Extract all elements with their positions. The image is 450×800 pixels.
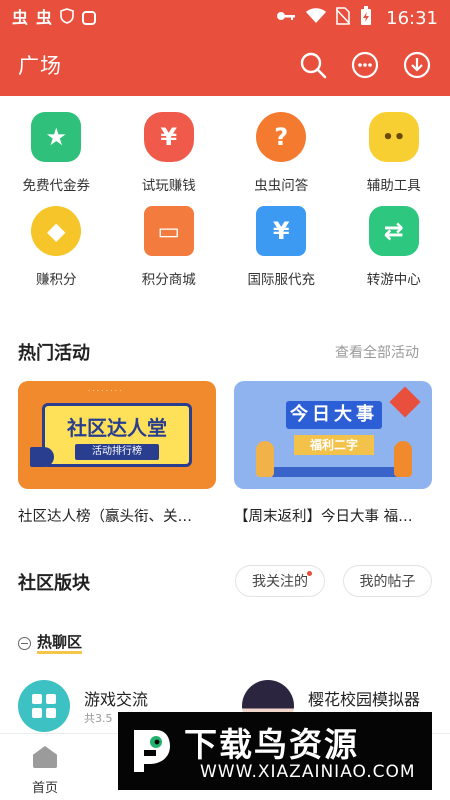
- community-title: 社区版块: [18, 573, 90, 594]
- quick-action-coupon[interactable]: ★ 免费代金券: [0, 112, 113, 194]
- home-icon: [33, 746, 57, 768]
- quick-action-label: 转游中心: [366, 272, 421, 288]
- app-header: 广场: [0, 40, 450, 90]
- wifi-icon: [306, 8, 327, 28]
- grid-app-icon: [18, 680, 70, 732]
- quick-action-label: 免费代金券: [22, 178, 91, 194]
- nav-home[interactable]: 首页: [0, 734, 90, 800]
- quick-action-trial-earn[interactable]: ¥ 试玩赚钱: [113, 112, 226, 194]
- watermark-title: 下载鸟资源: [184, 725, 359, 764]
- quick-action-tools[interactable]: •• 辅助工具: [338, 112, 450, 194]
- watermark-url: WWW.XIAZAINIAO.COM: [200, 762, 416, 782]
- quick-action-label: 国际服代充: [247, 272, 316, 288]
- status-bar: 虫 虫 16:31: [0, 0, 450, 36]
- quick-actions-grid: ★ 免费代金券 ¥ 试玩赚钱 ? 虫虫问答 •• 辅助工具 ◆ 赚积分 ▭ 积分…: [0, 112, 450, 288]
- money-bag-icon: ¥: [143, 112, 194, 162]
- banner-desk: [270, 467, 400, 477]
- view-all-events-link[interactable]: 查看全部活动: [335, 342, 419, 362]
- quick-action-label: 虫虫问答: [254, 178, 309, 194]
- notification-dot: [307, 571, 312, 576]
- hot-events-title: 热门活动: [18, 343, 90, 364]
- android-icon: [82, 11, 97, 25]
- banner-decoration: · · · · · · · ·: [88, 387, 122, 395]
- chong-icon: 虫: [36, 8, 53, 27]
- store-icon: ▭: [143, 206, 194, 256]
- banner-board: 社区达人堂 活动排行榜: [42, 403, 192, 467]
- event-caption-1[interactable]: 社区达人榜（赢头衔、关…: [18, 505, 218, 526]
- download-icon[interactable]: [402, 50, 432, 80]
- board-name: 樱花校园模拟器: [308, 690, 421, 709]
- filter-following[interactable]: 我关注的: [235, 565, 325, 597]
- banner-title: 今日大事: [286, 401, 382, 429]
- quick-action-qa[interactable]: ? 虫虫问答: [225, 112, 338, 194]
- hot-chat-label: 热聊区: [37, 633, 83, 654]
- board-count: 共3.5: [84, 712, 113, 725]
- banner-subtitle: 活动排行榜: [75, 444, 159, 460]
- quick-action-label: 赚积分: [36, 272, 77, 288]
- switch-icon: ⇄: [368, 206, 419, 256]
- watermark-overlay: 下载鸟资源 WWW.XIAZAINIAO.COM: [118, 712, 432, 790]
- quick-action-transfer-center[interactable]: ⇄ 转游中心: [338, 206, 450, 288]
- message-icon[interactable]: [350, 50, 380, 80]
- banner-subtitle: 福利二字: [294, 435, 374, 455]
- person-illustration: [394, 441, 412, 477]
- event-banner-2[interactable]: 今日大事 福利二字: [234, 381, 432, 489]
- status-time: 16:31: [386, 7, 438, 29]
- filter-label: 我关注的: [252, 574, 308, 590]
- quick-action-intl-topup[interactable]: ¥ 国际服代充: [225, 206, 338, 288]
- bird-logo-icon: [126, 724, 174, 778]
- coupon-icon: ★: [31, 112, 82, 162]
- board-name: 游戏交流: [84, 690, 149, 709]
- quick-action-points-store[interactable]: ▭ 积分商城: [113, 206, 226, 288]
- battery-charging-icon: [360, 6, 372, 30]
- wallet-icon: ¥: [256, 206, 307, 256]
- filter-my-posts[interactable]: 我的帖子: [343, 565, 432, 597]
- quick-action-label: 试玩赚钱: [141, 178, 196, 194]
- no-sim-icon: [335, 7, 351, 29]
- quick-action-earn-points[interactable]: ◆ 赚积分: [0, 206, 113, 288]
- app-screen: 虫 虫 16:31 广场 ★ 免费代金券 ¥ 试玩赚钱 ? 虫虫问答 •• 辅助…: [0, 0, 450, 800]
- event-caption-2[interactable]: 【周末返利】今日大事 福…: [234, 505, 434, 526]
- trophy-icon: [389, 386, 421, 418]
- page-title: 广场: [18, 54, 62, 78]
- banner-title: 社区达人堂: [67, 416, 167, 440]
- megaphone-icon: [30, 447, 54, 467]
- robot-icon: ••: [368, 112, 419, 162]
- person-illustration: [256, 441, 274, 477]
- chong-icon: 虫: [12, 8, 29, 27]
- coin-icon: ◆: [31, 206, 82, 256]
- search-icon[interactable]: [298, 50, 328, 80]
- collapse-icon[interactable]: [18, 637, 31, 650]
- nav-label: 首页: [31, 781, 58, 796]
- top-bar: 虫 虫 16:31 广场: [0, 0, 450, 96]
- key-icon: [276, 10, 296, 26]
- filter-label: 我的帖子: [359, 574, 416, 590]
- event-banner-1[interactable]: · · · · · · · · 社区达人堂 活动排行榜: [18, 381, 216, 489]
- quick-action-label: 辅助工具: [366, 178, 421, 194]
- hot-chat-section[interactable]: 热聊区: [18, 633, 83, 654]
- quick-action-label: 积分商城: [141, 272, 196, 288]
- shield-icon: [60, 8, 74, 28]
- question-icon: ?: [256, 112, 307, 162]
